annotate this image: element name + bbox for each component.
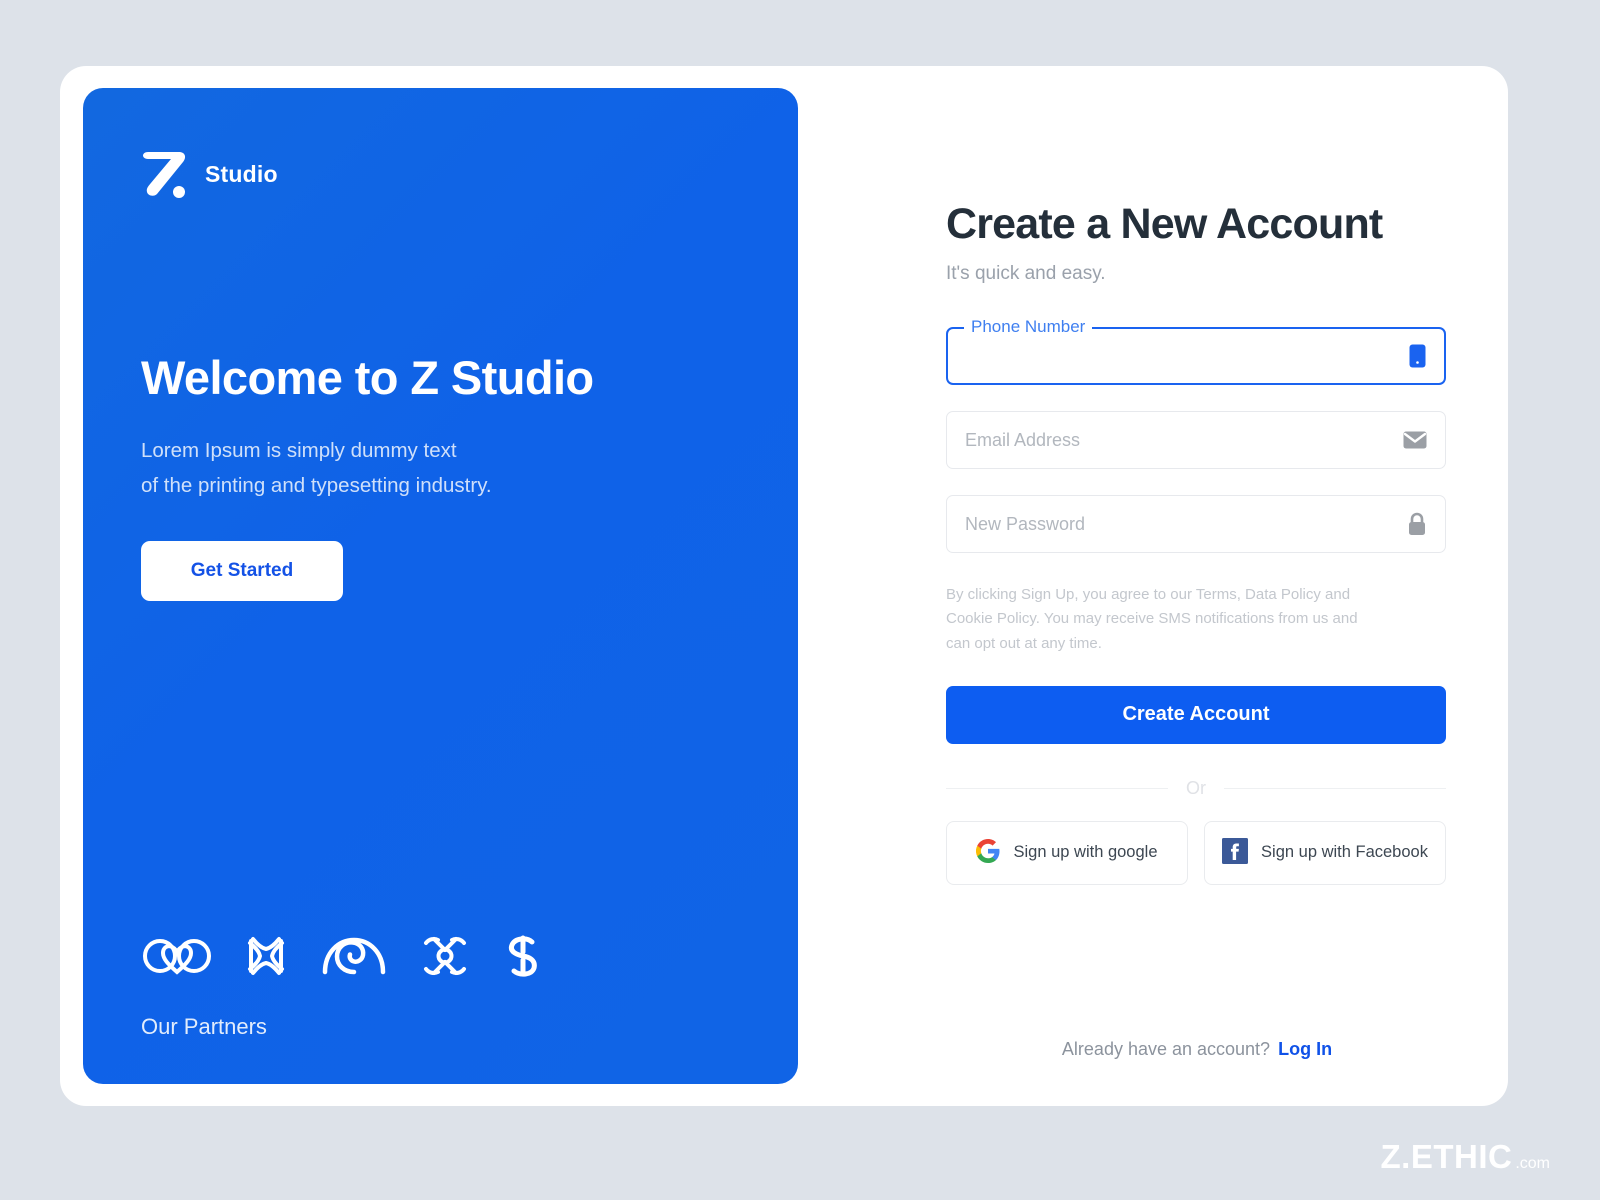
phone-field[interactable]: Phone Number [946,318,1446,385]
partner-logos [141,930,740,986]
facebook-signup-label: Sign up with Facebook [1261,843,1428,862]
promo-hero: Welcome to Z Studio Lorem Ipsum is simpl… [141,350,740,636]
divider-line-right [1224,787,1446,789]
email-input[interactable] [965,412,1393,468]
phone-field-label: Phone Number [964,318,1093,335]
promo-subtitle-line-1: Lorem Ipsum is simply dummy text [141,439,457,463]
watermark-main-text: Z.ETHIC [1380,1138,1513,1175]
partner-spiral-arch-logo-icon [319,932,389,985]
google-signup-label: Sign up with google [1013,843,1158,862]
form-fields: Phone Number [946,318,1446,553]
partner-s-knot-logo-icon [501,932,543,985]
watermark-suffix-text: .com [1515,1155,1550,1172]
login-prompt-text: Already have an account? [1061,1039,1271,1059]
brand: Studio [141,144,740,204]
brand-name: Studio [205,160,278,187]
divider-line-left [946,787,1168,789]
z-studio-logo-icon [141,148,189,200]
partner-star-frame-logo-icon [243,932,289,985]
facebook-signup-button[interactable]: Sign up with Facebook [1204,820,1446,885]
terms-text: By clicking Sign Up, you agree to our Te… [946,586,1358,652]
signup-form-panel: Create a New Account It's quick and easy… [886,66,1508,1106]
promo-title: Welcome to Z Studio [141,350,594,404]
password-field[interactable] [946,495,1446,553]
login-prompt: Already have an account? Log In [886,1039,1508,1060]
zethic-watermark: Z.ETHIC .com [1381,1138,1551,1176]
partners-label: Our Partners [141,1014,267,1039]
google-signup-button[interactable]: Sign up with google [946,820,1188,885]
promo-panel: Studio Welcome to Z Studio Lorem Ipsum i… [83,88,798,1084]
partner-drone-cross-logo-icon [419,932,471,985]
form-subtitle: It's quick and easy. [946,263,1106,284]
login-link[interactable]: Log In [1278,1039,1332,1059]
signup-card: Studio Welcome to Z Studio Lorem Ipsum i… [60,66,1508,1106]
get-started-button[interactable]: Get Started [141,541,343,601]
promo-subtitle-line-2: of the printing and typesetting industry… [141,473,492,497]
partner-hearts-logo-icon [141,932,213,985]
divider-label: Or [1186,777,1206,798]
social-signup-row: Sign up with google Sign up with Faceboo… [946,820,1446,885]
envelope-icon [1403,431,1427,449]
partners-section: Our Partners [141,930,740,1040]
page-title: Create a New Account [946,200,1383,248]
google-icon [976,839,1000,866]
create-account-button[interactable]: Create Account [946,685,1446,744]
password-input[interactable] [965,496,1397,552]
phone-icon [1409,344,1426,368]
promo-subtitle: Lorem Ipsum is simply dummy text of the … [141,434,740,503]
facebook-icon [1222,838,1249,867]
or-divider: Or [946,778,1446,799]
phone-input[interactable] [966,329,1399,383]
lock-icon [1407,512,1427,536]
email-field[interactable] [946,411,1446,469]
